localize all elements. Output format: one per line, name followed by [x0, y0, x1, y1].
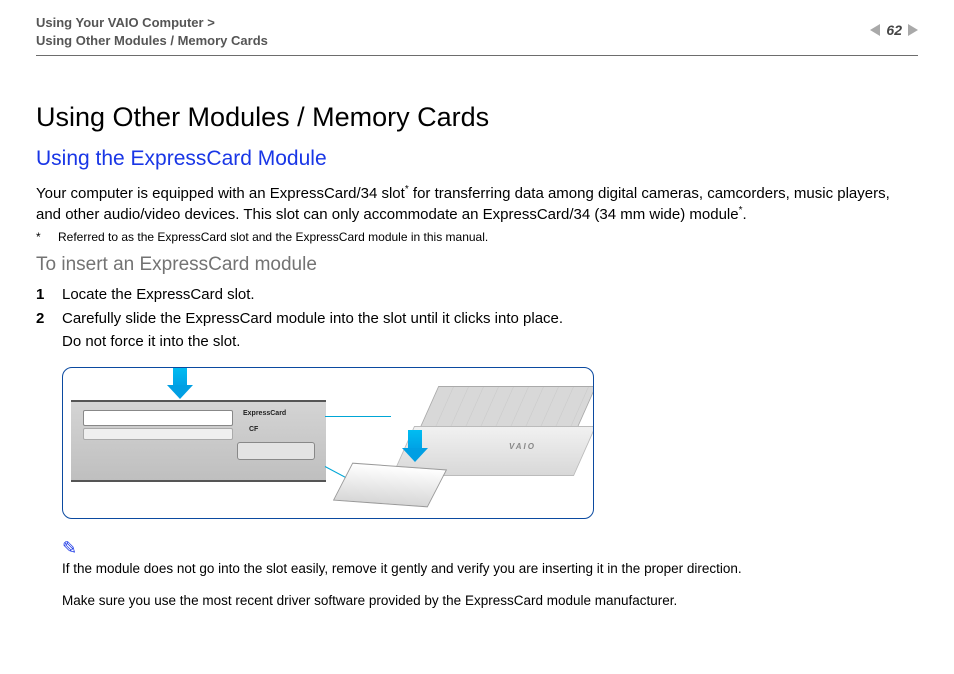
breadcrumb-separator: >: [207, 15, 215, 30]
page-title: Using Other Modules / Memory Cards: [36, 102, 918, 133]
expresscard-slot-graphic: [83, 410, 233, 426]
brand-label: VAIO: [509, 442, 536, 451]
footnote-text: Referred to as the ExpressCard slot and …: [58, 230, 488, 244]
expresscard-label: ExpressCard: [243, 410, 286, 417]
keyboard-graphic: [420, 386, 594, 428]
device-side-view: ExpressCard CF: [71, 400, 326, 482]
intro-part3: .: [743, 206, 747, 223]
media-buttons-graphic: [237, 442, 315, 460]
pager: 62: [870, 14, 918, 38]
breadcrumb-line2: Using Other Modules / Memory Cards: [36, 33, 268, 48]
cf-label: CF: [249, 426, 258, 433]
step-item: 1 Locate the ExpressCard slot.: [36, 284, 918, 307]
breadcrumb: Using Your VAIO Computer > Using Other M…: [36, 14, 268, 49]
insert-arrow-icon: [167, 367, 193, 399]
leader-line: [325, 416, 391, 417]
next-page-icon[interactable]: [908, 24, 918, 36]
figure-container: ExpressCard CF VAIO: [62, 367, 918, 519]
section-title: Using the ExpressCard Module: [36, 147, 918, 171]
page-number: 62: [886, 22, 902, 38]
subsection-title: To insert an ExpressCard module: [36, 254, 918, 276]
expresscard-figure: ExpressCard CF VAIO: [62, 367, 594, 519]
expresscard-module-graphic: [333, 463, 447, 508]
note-block: ✎ If the module does not go into the slo…: [62, 533, 918, 579]
note-icon: ✎: [62, 535, 77, 561]
note-text-1: If the module does not go into the slot …: [62, 561, 742, 576]
footnote-marker: *: [36, 230, 58, 244]
step-text-line2: Do not force it into the slot.: [62, 333, 240, 350]
breadcrumb-line1: Using Your VAIO Computer: [36, 15, 204, 30]
step-number: 1: [36, 284, 62, 307]
steps-list: 1 Locate the ExpressCard slot. 2 Careful…: [36, 284, 918, 354]
step-item: 2 Carefully slide the ExpressCard module…: [36, 308, 918, 353]
prev-page-icon[interactable]: [870, 24, 880, 36]
step-text: Locate the ExpressCard slot.: [62, 284, 255, 307]
intro-paragraph: Your computer is equipped with an Expres…: [36, 183, 918, 226]
footnote: *Referred to as the ExpressCard slot and…: [36, 230, 918, 244]
step-text-line1: Carefully slide the ExpressCard module i…: [62, 310, 563, 327]
step-text: Carefully slide the ExpressCard module i…: [62, 308, 563, 353]
cf-slot-graphic: [83, 428, 233, 440]
page-header: Using Your VAIO Computer > Using Other M…: [36, 14, 918, 56]
step-number: 2: [36, 308, 62, 353]
intro-part1: Your computer is equipped with an Expres…: [36, 185, 405, 202]
note-text-2: Make sure you use the most recent driver…: [62, 591, 918, 611]
insert-arrow-icon: [402, 430, 428, 462]
